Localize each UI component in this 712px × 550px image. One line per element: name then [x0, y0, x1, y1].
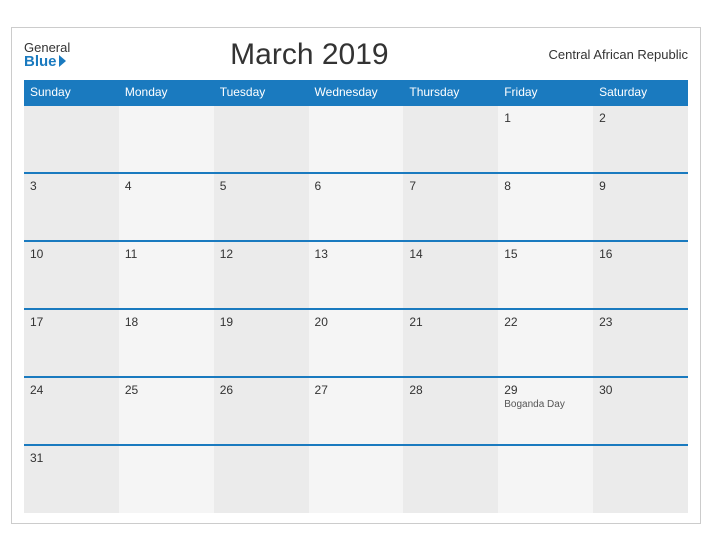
weekday-header-row: SundayMondayTuesdayWednesdayThursdayFrid…	[24, 80, 688, 105]
day-number: 21	[409, 315, 492, 329]
day-number: 15	[504, 247, 587, 261]
calendar-header: General Blue March 2019 Central African …	[24, 38, 688, 72]
day-number: 28	[409, 383, 492, 397]
calendar-day-cell: 22	[498, 309, 593, 377]
logo-general-text: General	[24, 41, 70, 54]
calendar-day-cell: 27	[309, 377, 404, 445]
day-number: 22	[504, 315, 587, 329]
calendar-day-cell: 9	[593, 173, 688, 241]
day-number: 18	[125, 315, 208, 329]
day-number: 12	[220, 247, 303, 261]
calendar-day-cell: 7	[403, 173, 498, 241]
day-number: 17	[30, 315, 113, 329]
day-number: 25	[125, 383, 208, 397]
calendar-day-cell: 25	[119, 377, 214, 445]
day-number: 27	[315, 383, 398, 397]
calendar-day-cell: 17	[24, 309, 119, 377]
calendar-week-row: 24 25 26 27 28 29 Boganda Day 30	[24, 377, 688, 445]
calendar-day-cell: 26	[214, 377, 309, 445]
day-number: 30	[599, 383, 682, 397]
day-number: 1	[504, 111, 587, 125]
calendar-day-cell	[119, 105, 214, 173]
calendar-day-cell: 28	[403, 377, 498, 445]
weekday-header: Thursday	[403, 80, 498, 105]
day-number: 23	[599, 315, 682, 329]
day-number: 29	[504, 383, 587, 397]
calendar-day-cell: 18	[119, 309, 214, 377]
calendar-title: March 2019	[70, 38, 548, 72]
calendar-day-cell: 12	[214, 241, 309, 309]
day-number: 2	[599, 111, 682, 125]
calendar-day-cell: 8	[498, 173, 593, 241]
day-number: 20	[315, 315, 398, 329]
calendar-day-cell: 14	[403, 241, 498, 309]
calendar-day-cell: 4	[119, 173, 214, 241]
day-number: 19	[220, 315, 303, 329]
calendar-day-cell	[24, 105, 119, 173]
calendar-day-cell: 10	[24, 241, 119, 309]
day-number: 6	[315, 179, 398, 193]
calendar-day-cell	[498, 445, 593, 513]
weekday-header: Friday	[498, 80, 593, 105]
calendar-day-cell: 11	[119, 241, 214, 309]
calendar-day-cell: 13	[309, 241, 404, 309]
calendar-day-cell: 20	[309, 309, 404, 377]
calendar-week-row: 10 11 12 13 14 15 16	[24, 241, 688, 309]
day-number: 24	[30, 383, 113, 397]
calendar-table: SundayMondayTuesdayWednesdayThursdayFrid…	[24, 80, 688, 513]
calendar-day-cell	[309, 445, 404, 513]
calendar-day-cell: 15	[498, 241, 593, 309]
weekday-header: Wednesday	[309, 80, 404, 105]
day-number: 3	[30, 179, 113, 193]
calendar-day-cell	[119, 445, 214, 513]
calendar-week-row: 3456789	[24, 173, 688, 241]
calendar-day-cell	[403, 445, 498, 513]
calendar-day-cell: 3	[24, 173, 119, 241]
calendar-day-cell: 21	[403, 309, 498, 377]
logo-triangle-icon	[59, 55, 66, 67]
calendar-day-cell: 1	[498, 105, 593, 173]
calendar-week-row: 17 18 19 20 21 22 23	[24, 309, 688, 377]
calendar-day-cell: 19	[214, 309, 309, 377]
day-number: 8	[504, 179, 587, 193]
day-number: 5	[220, 179, 303, 193]
day-number: 4	[125, 179, 208, 193]
calendar-day-cell: 29 Boganda Day	[498, 377, 593, 445]
calendar-day-cell: 31	[24, 445, 119, 513]
calendar-day-cell	[593, 445, 688, 513]
day-number: 31	[30, 451, 113, 465]
calendar-week-row: 31	[24, 445, 688, 513]
day-number: 11	[125, 247, 208, 261]
calendar-wrapper: General Blue March 2019 Central African …	[11, 27, 701, 524]
logo: General Blue	[24, 41, 70, 69]
calendar-day-cell: 2	[593, 105, 688, 173]
calendar-day-cell: 23	[593, 309, 688, 377]
weekday-header: Monday	[119, 80, 214, 105]
day-number: 26	[220, 383, 303, 397]
calendar-day-cell: 6	[309, 173, 404, 241]
weekday-header: Sunday	[24, 80, 119, 105]
country-label: Central African Republic	[549, 47, 688, 62]
weekday-header: Tuesday	[214, 80, 309, 105]
calendar-day-cell: 24	[24, 377, 119, 445]
weekday-header: Saturday	[593, 80, 688, 105]
calendar-day-cell	[403, 105, 498, 173]
calendar-day-cell	[214, 105, 309, 173]
day-number: 7	[409, 179, 492, 193]
logo-blue-text: Blue	[24, 54, 70, 69]
day-number: 13	[315, 247, 398, 261]
calendar-day-cell: 30	[593, 377, 688, 445]
calendar-day-cell: 16	[593, 241, 688, 309]
calendar-day-cell: 5	[214, 173, 309, 241]
day-number: 10	[30, 247, 113, 261]
day-number: 9	[599, 179, 682, 193]
calendar-day-cell	[214, 445, 309, 513]
calendar-day-cell	[309, 105, 404, 173]
calendar-week-row: 12	[24, 105, 688, 173]
day-number: 16	[599, 247, 682, 261]
day-event: Boganda Day	[504, 399, 587, 410]
day-number: 14	[409, 247, 492, 261]
